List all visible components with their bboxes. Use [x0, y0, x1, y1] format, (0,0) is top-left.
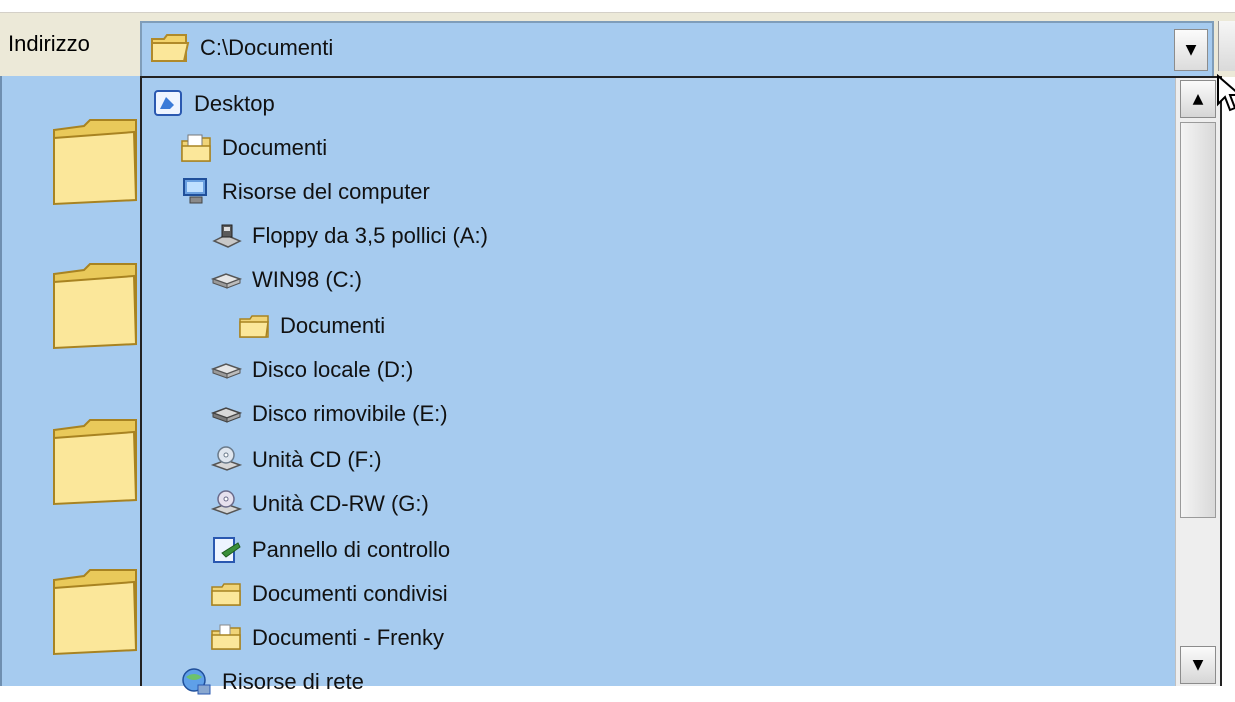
hard-drive-icon [210, 363, 242, 379]
chevron-down-icon: ▼ [1185, 42, 1197, 58]
my-documents-icon [181, 134, 211, 162]
chevron-down-icon: ▼ [1192, 657, 1204, 673]
list-item-unita-cd[interactable]: Unità CD (F:) [210, 440, 382, 480]
shared-folder-icon [211, 583, 241, 606]
location-list: Desktop Documenti Risorse del computer F… [142, 78, 1174, 695]
network-icon [182, 668, 211, 695]
list-item-documenti-frenky[interactable]: Documenti - Frenky [210, 618, 444, 658]
folder-icon [239, 315, 269, 338]
folder-icon[interactable] [50, 566, 140, 658]
folder-icon [151, 34, 190, 62]
list-item-disco-locale[interactable]: Disco locale (D:) [210, 350, 413, 390]
scroll-up-button[interactable]: ▲ [1180, 80, 1216, 118]
list-item-documenti-condivisi[interactable]: Documenti condivisi [210, 574, 448, 614]
list-item-unita-cd-rw[interactable]: Unità CD-RW (G:) [210, 484, 429, 524]
desktop-icon [154, 90, 182, 116]
address-label: Indirizzo [8, 31, 90, 56]
list-item-disco-rimovibile[interactable]: Disco rimovibile (E:) [210, 394, 448, 434]
address-dropdown-list: Desktop Documenti Risorse del computer F… [140, 76, 1222, 695]
control-panel-icon [213, 537, 241, 563]
address-combobox[interactable]: C:\Documenti ▼ [140, 21, 1214, 79]
list-item-documenti[interactable]: Documenti [180, 128, 327, 168]
vertical-scrollbar[interactable]: ▲ ▼ [1175, 78, 1220, 686]
user-folder-icon [211, 624, 241, 650]
folder-icon[interactable] [50, 416, 140, 508]
folder-icon[interactable] [50, 116, 140, 208]
computer-icon [183, 178, 207, 204]
cropped-caption-text [0, 0, 1235, 10]
list-item-win98[interactable]: WIN98 (C:) [210, 260, 362, 300]
folder-icon[interactable] [50, 260, 140, 352]
hard-drive-icon [210, 273, 242, 289]
scrollbar-thumb[interactable] [1180, 122, 1216, 518]
list-item-risorse-rete[interactable]: Risorse di rete [180, 662, 364, 702]
removable-disk-icon [210, 407, 242, 423]
address-dropdown-button[interactable]: ▼ [1174, 29, 1208, 71]
address-value: C:\Documenti [200, 35, 334, 60]
mouse-cursor-icon [1217, 74, 1235, 112]
list-item-desktop[interactable]: Desktop [152, 84, 275, 124]
address-bar: Indirizzo C:\Documenti ▼ [0, 12, 1235, 79]
list-item-floppy[interactable]: Floppy da 3,5 pollici (A:) [210, 216, 488, 256]
chevron-up-icon: ▲ [1192, 91, 1204, 107]
scroll-down-button[interactable]: ▼ [1180, 646, 1216, 684]
list-item-risorse-computer[interactable]: Risorse del computer [180, 172, 430, 212]
floppy-drive-icon [212, 224, 242, 248]
list-item-documenti-c[interactable]: Documenti [238, 306, 385, 346]
list-item-pannello-controllo[interactable]: Pannello di controllo [210, 530, 450, 570]
go-button[interactable] [1218, 21, 1235, 71]
cd-drive-icon [210, 446, 242, 471]
folder-view-panel [0, 76, 152, 686]
cd-rw-drive-icon [210, 490, 242, 515]
